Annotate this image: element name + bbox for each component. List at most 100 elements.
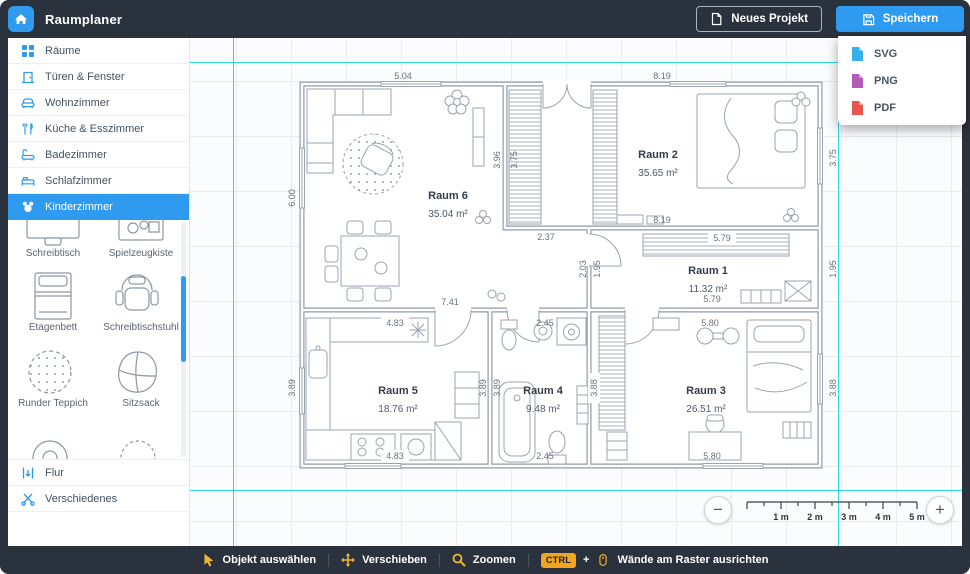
sidebar-item-label: Türen & Fenster bbox=[45, 71, 124, 83]
furniture-item-label: Spielzeugkiste bbox=[101, 248, 181, 259]
svg-file-icon bbox=[851, 46, 864, 62]
room-label: Raum 2 bbox=[638, 149, 678, 161]
separator bbox=[528, 554, 529, 567]
round-item-thumbnail bbox=[13, 432, 93, 460]
furniture-item-schreibtischstuhl[interactable]: Schreibtischstuhl bbox=[101, 272, 181, 333]
room-label: Raum 4 bbox=[523, 385, 564, 397]
sidebar-item-schlafzimmer[interactable]: Schlafzimmer bbox=[8, 168, 189, 194]
fridge[interactable] bbox=[435, 422, 461, 460]
guide-line-horizontal-bottom[interactable] bbox=[190, 490, 962, 491]
bed-icon bbox=[21, 174, 36, 188]
svg-text:1.95: 1.95 bbox=[592, 260, 602, 278]
furniture-item-etagenbett[interactable]: Etagenbett bbox=[13, 272, 93, 333]
furniture-item-partial-1[interactable] bbox=[13, 432, 93, 460]
svg-text:3.89: 3.89 bbox=[492, 379, 502, 397]
room-label: Raum 6 bbox=[428, 190, 468, 202]
scale-ruler: 1 m 2 m 3 m 4 m 5 m bbox=[743, 498, 925, 524]
svg-text:3.88: 3.88 bbox=[828, 379, 838, 397]
teddy-icon bbox=[21, 200, 36, 214]
export-svg-item[interactable]: SVG bbox=[838, 40, 966, 67]
dresser[interactable] bbox=[653, 318, 679, 330]
sidebar-item-label: Schlafzimmer bbox=[45, 175, 112, 187]
double-bed[interactable] bbox=[697, 94, 805, 188]
svg-text:7.41: 7.41 bbox=[441, 297, 459, 307]
furniture-item-label: Sitzsack bbox=[101, 398, 181, 409]
svg-text:2 m: 2 m bbox=[807, 512, 823, 522]
separator bbox=[328, 554, 329, 567]
dresser[interactable] bbox=[617, 215, 643, 224]
sidebar-item-label: Kinderzimmer bbox=[45, 201, 113, 213]
room-area: 26.51 m² bbox=[686, 404, 726, 415]
sidebar-item-kueche-esszimmer[interactable]: Küche & Esszimmer bbox=[8, 116, 189, 142]
sidebar-item-flur[interactable]: Flur bbox=[8, 460, 189, 486]
radiator[interactable] bbox=[577, 386, 588, 424]
sink[interactable] bbox=[309, 350, 327, 378]
ctrl-key-badge: CTRL bbox=[541, 553, 576, 568]
scrollbar-thumb[interactable] bbox=[181, 276, 186, 362]
sidebar-item-raeume[interactable]: Räume bbox=[8, 38, 189, 64]
bathtub-icon bbox=[21, 148, 36, 162]
sidebar-item-tueren-fenster[interactable]: Türen & Fenster bbox=[8, 64, 189, 90]
sidebar-item-label: Räume bbox=[45, 45, 80, 57]
png-file-icon bbox=[851, 73, 864, 89]
home-button[interactable] bbox=[8, 6, 34, 32]
export-menu: SVG PNG PDF bbox=[838, 36, 966, 125]
app-title: Raumplaner bbox=[45, 12, 122, 27]
new-project-button[interactable]: Neues Projekt bbox=[696, 6, 822, 32]
round-item-thumbnail bbox=[101, 432, 181, 460]
svg-text:8.19: 8.19 bbox=[653, 215, 671, 225]
desk-thumbnail bbox=[13, 220, 93, 246]
room-area: 35.65 m² bbox=[638, 168, 678, 179]
svg-text:5.79: 5.79 bbox=[703, 294, 721, 304]
sidebar-item-wohnzimmer[interactable]: Wohnzimmer bbox=[8, 90, 189, 116]
floor-item[interactable] bbox=[488, 290, 496, 298]
export-png-label: PNG bbox=[874, 75, 898, 87]
save-label: Speichern bbox=[883, 13, 939, 25]
radiator[interactable] bbox=[783, 422, 811, 438]
svg-text:2.45: 2.45 bbox=[536, 451, 554, 461]
svg-text:5.80: 5.80 bbox=[703, 451, 721, 461]
hint-snap-walls: CTRL + Wände am Raster ausrichten bbox=[541, 553, 769, 568]
guide-line-vertical-left[interactable] bbox=[233, 38, 234, 546]
floor-item[interactable] bbox=[497, 293, 505, 301]
hallway-icon bbox=[21, 466, 36, 480]
save-button[interactable]: Speichern bbox=[836, 6, 964, 32]
hint-zoom: Zoomen bbox=[452, 553, 516, 567]
zoom-out-button[interactable]: − bbox=[704, 496, 732, 524]
home-icon bbox=[14, 12, 28, 26]
svg-text:3.88: 3.88 bbox=[589, 379, 599, 397]
wardrobe[interactable] bbox=[593, 90, 617, 224]
furniture-item-partial-2[interactable] bbox=[101, 432, 181, 460]
svg-text:5.79: 5.79 bbox=[713, 233, 731, 243]
cooktop-symbol bbox=[410, 322, 426, 338]
svg-text:8.19: 8.19 bbox=[653, 71, 671, 81]
sidebar-item-badezimmer[interactable]: Badezimmer bbox=[8, 142, 189, 168]
furniture-item-sitzsack[interactable]: Sitzsack bbox=[101, 348, 181, 409]
rooms-icon bbox=[21, 44, 36, 58]
floor-plan[interactable]: Raum 6 35.04 m² Raum 2 35.65 m² Raum 1 1… bbox=[285, 68, 855, 478]
furniture-item-runder-teppich[interactable]: Runder Teppich bbox=[13, 348, 93, 409]
export-pdf-label: PDF bbox=[874, 102, 896, 114]
app-window: Raumplaner Neues Projekt Speichern SVG bbox=[0, 0, 970, 574]
sidebar-item-verschiedenes[interactable]: Verschiedenes bbox=[8, 486, 189, 512]
toilet[interactable] bbox=[501, 320, 517, 350]
storage-box[interactable] bbox=[785, 281, 811, 301]
shelf[interactable] bbox=[607, 432, 627, 460]
export-png-item[interactable]: PNG bbox=[838, 67, 966, 94]
furniture-item-schreibtisch[interactable]: Schreibtisch bbox=[13, 220, 93, 259]
svg-text:4 m: 4 m bbox=[875, 512, 891, 522]
zoom-in-button[interactable]: + bbox=[926, 496, 954, 524]
export-pdf-item[interactable]: PDF bbox=[838, 94, 966, 121]
single-bed[interactable] bbox=[747, 320, 811, 412]
round-rug-thumbnail bbox=[13, 348, 93, 396]
washing-machine[interactable] bbox=[557, 318, 586, 345]
sidebar-item-kinderzimmer[interactable]: Kinderzimmer bbox=[8, 194, 189, 220]
plus-sign: + bbox=[583, 554, 589, 566]
hint-label: Verschieben bbox=[362, 554, 427, 566]
room-label: Raum 3 bbox=[686, 385, 726, 397]
toybox-thumbnail bbox=[101, 220, 181, 246]
tall-cabinet[interactable] bbox=[455, 372, 479, 418]
hint-label: Zoomen bbox=[473, 554, 516, 566]
furniture-item-spielzeugkiste[interactable]: Spielzeugkiste bbox=[101, 220, 181, 259]
wardrobe[interactable] bbox=[599, 316, 625, 430]
